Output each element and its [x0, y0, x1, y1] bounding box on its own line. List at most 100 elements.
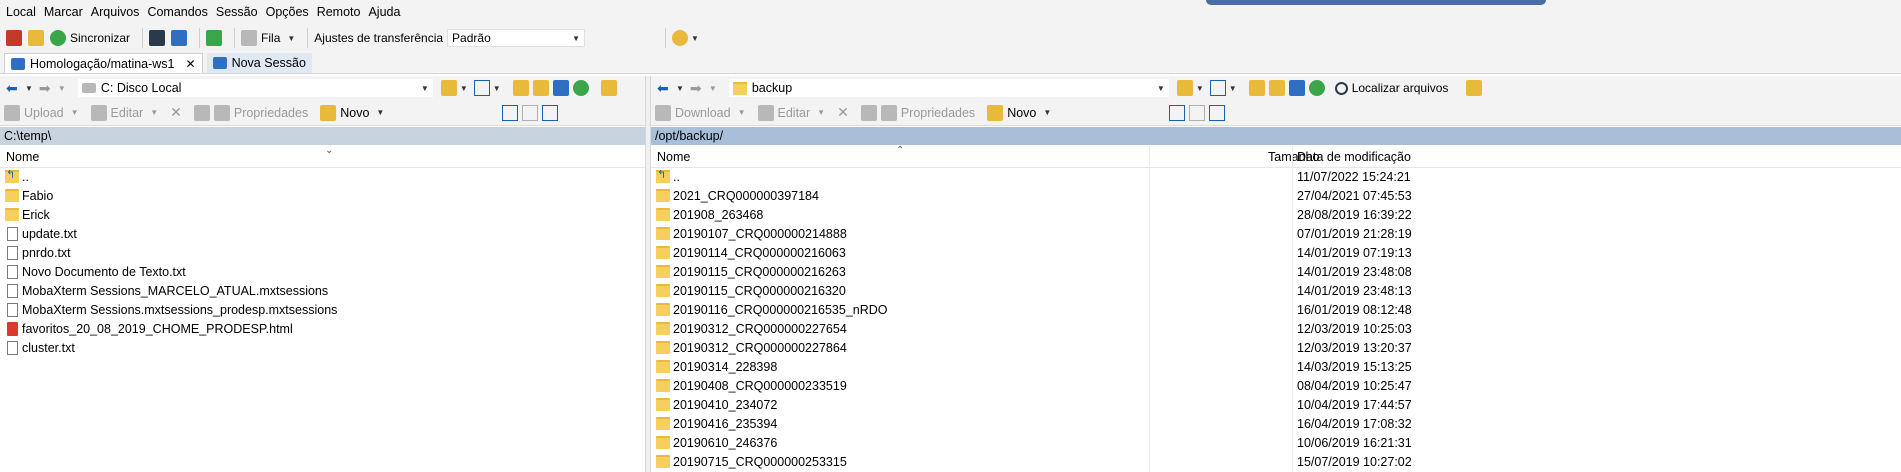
- tree-icon[interactable]: [1466, 80, 1483, 96]
- putty-icon[interactable]: [171, 30, 188, 46]
- table-row[interactable]: 20190314_228398 14/03/2019 15:13:25: [651, 358, 1901, 377]
- compare-dirs-icon[interactable]: [6, 30, 22, 46]
- table-row[interactable]: 20190715_CRQ000000253315 15/07/2019 10:27…: [651, 453, 1901, 472]
- local-drive-select[interactable]: C: Disco Local ▼: [77, 79, 433, 97]
- properties-button[interactable]: Propriedades: [193, 104, 308, 121]
- table-row[interactable]: 20190116_CRQ000000216535_nRDO 16/01/2019 …: [651, 301, 1901, 320]
- list-item[interactable]: Erick: [0, 206, 645, 225]
- table-row[interactable]: 20190115_CRQ000000216320 14/01/2019 23:48…: [651, 282, 1901, 301]
- column-name-header[interactable]: Nome: [6, 150, 39, 164]
- home-icon[interactable]: [1288, 80, 1305, 96]
- tab-new-session[interactable]: Nova Sessão: [206, 53, 312, 73]
- filter-icon[interactable]: [473, 80, 490, 96]
- column-name-header[interactable]: Nome: [657, 150, 690, 164]
- root-dir-icon[interactable]: [1268, 80, 1285, 96]
- table-row[interactable]: 20190115_CRQ000000216263 14/01/2019 23:48…: [651, 263, 1901, 282]
- table-row[interactable]: 20190312_CRQ000000227654 12/03/2019 10:25…: [651, 320, 1901, 339]
- back-icon[interactable]: ⬅: [6, 80, 22, 96]
- chevron-down-icon[interactable]: ▼: [691, 34, 699, 43]
- parent-dir-icon[interactable]: [512, 80, 529, 96]
- parent-dir-icon[interactable]: [1248, 80, 1265, 96]
- forward-icon[interactable]: ➡: [690, 80, 706, 96]
- list-item[interactable]: ..: [0, 168, 645, 187]
- remote-folder-label: backup: [751, 81, 793, 95]
- menu-remoto[interactable]: Remoto: [317, 5, 361, 19]
- list-item[interactable]: MobaXterm Sessions.mxtsessions_prodesp.m…: [0, 301, 645, 320]
- refresh-session-icon[interactable]: [206, 30, 223, 46]
- home-icon[interactable]: [552, 80, 569, 96]
- find-files-button[interactable]: Localizar arquivos: [1334, 81, 1448, 95]
- refresh-icon[interactable]: [572, 80, 589, 96]
- transfer-settings-select[interactable]: Padrão ▼: [447, 29, 586, 47]
- menu-arquivos[interactable]: Arquivos: [91, 5, 140, 19]
- filter-select-icon[interactable]: [1209, 104, 1226, 121]
- filter-select-icon[interactable]: [542, 104, 559, 121]
- select-all-icon[interactable]: [502, 104, 519, 121]
- table-row[interactable]: 20190408_CRQ000000233519 08/04/2019 10:25…: [651, 377, 1901, 396]
- close-icon[interactable]: ✕: [186, 57, 196, 71]
- tree-icon[interactable]: [600, 80, 617, 96]
- delete-icon[interactable]: ✕: [170, 104, 182, 121]
- table-row[interactable]: 20190312_CRQ000000227864 12/03/2019 13:20…: [651, 339, 1901, 358]
- table-row[interactable]: 20190114_CRQ000000216063 14/01/2019 07:19…: [651, 244, 1901, 263]
- column-modified-header[interactable]: Data de modificação: [1297, 150, 1411, 164]
- select-all-icon[interactable]: [1169, 104, 1186, 121]
- menu-opcoes[interactable]: Opções: [266, 5, 309, 19]
- chevron-down-icon[interactable]: ▼: [676, 84, 684, 93]
- main-toolbar: Sincronizar Fila ▼ Ajustes de transferên…: [0, 24, 1901, 52]
- list-item[interactable]: pnrdo.txt: [0, 244, 645, 263]
- menu-sessao[interactable]: Sessão: [216, 5, 258, 19]
- sync-browse-icon[interactable]: [28, 30, 44, 46]
- remote-folder-select[interactable]: backup ▼: [728, 79, 1169, 97]
- table-row[interactable]: 20190610_246376 10/06/2019 16:21:31: [651, 434, 1901, 453]
- chevron-down-icon[interactable]: ▼: [1196, 84, 1204, 93]
- root-dir-icon[interactable]: [532, 80, 549, 96]
- search-icon: [1334, 81, 1348, 95]
- table-row[interactable]: 20190107_CRQ000000214888 07/01/2019 21:28…: [651, 225, 1901, 244]
- list-item[interactable]: update.txt: [0, 225, 645, 244]
- list-item[interactable]: cluster.txt: [0, 339, 645, 358]
- list-item[interactable]: Fabio: [0, 187, 645, 206]
- unselect-icon[interactable]: [1189, 104, 1206, 121]
- list-item[interactable]: Novo Documento de Texto.txt: [0, 263, 645, 282]
- download-button[interactable]: Download ▼: [655, 104, 746, 121]
- new-button[interactable]: Novo ▼: [987, 104, 1051, 121]
- table-row[interactable]: ..11/07/2022 15:24:21: [651, 168, 1901, 187]
- chevron-down-icon: ▼: [737, 108, 746, 117]
- filter-icon[interactable]: [1209, 80, 1226, 96]
- edit-button[interactable]: Editar ▼: [90, 104, 158, 121]
- tab-homologacao[interactable]: Homologação/matina-ws1 ✕: [4, 53, 203, 73]
- open-folder-icon[interactable]: [440, 80, 457, 96]
- back-icon[interactable]: ⬅: [657, 80, 673, 96]
- table-row[interactable]: 20190416_235394 16/04/2019 17:08:32: [651, 415, 1901, 434]
- menu-marcar[interactable]: Marcar: [44, 5, 83, 19]
- edit-button[interactable]: Editar ▼: [757, 104, 825, 121]
- chevron-down-icon[interactable]: ▼: [1229, 84, 1237, 93]
- unselect-icon[interactable]: [522, 104, 539, 121]
- properties-button[interactable]: Propriedades: [860, 104, 975, 121]
- queue-button[interactable]: Fila ▼: [241, 30, 295, 46]
- menu-local[interactable]: Local: [6, 5, 36, 19]
- delete-icon[interactable]: ✕: [837, 104, 849, 121]
- list-item[interactable]: favoritos_20_08_2019_CHOME_PRODESP.html: [0, 320, 645, 339]
- upload-button[interactable]: Upload ▼: [4, 104, 79, 121]
- menu-comandos[interactable]: Comandos: [147, 5, 207, 19]
- table-row[interactable]: 20190410_234072 10/04/2019 17:44:57: [651, 396, 1901, 415]
- global-settings-icon[interactable]: [672, 30, 689, 46]
- new-button[interactable]: Novo ▼: [320, 104, 384, 121]
- chevron-down-icon[interactable]: ▼: [460, 84, 468, 93]
- chevron-down-icon[interactable]: ▼: [25, 84, 33, 93]
- table-row[interactable]: 201908_263468 28/08/2019 16:39:22: [651, 206, 1901, 225]
- menu-ajuda[interactable]: Ajuda: [368, 5, 400, 19]
- terminal-icon[interactable]: [149, 30, 166, 46]
- list-item[interactable]: MobaXterm Sessions_MARCELO_ATUAL.mxtsess…: [0, 282, 645, 301]
- chevron-down-icon[interactable]: ▼: [58, 84, 66, 93]
- synchronize-button[interactable]: Sincronizar: [50, 30, 130, 46]
- chevron-down-icon[interactable]: ▼: [709, 84, 717, 93]
- refresh-icon[interactable]: [1308, 80, 1325, 96]
- table-row[interactable]: 2021_CRQ000000397184 27/04/2021 07:45:53: [651, 187, 1901, 206]
- chevron-down-icon[interactable]: ▼: [493, 84, 501, 93]
- open-folder-icon[interactable]: [1176, 80, 1193, 96]
- forward-icon[interactable]: ➡: [39, 80, 55, 96]
- download-icon: [655, 104, 671, 121]
